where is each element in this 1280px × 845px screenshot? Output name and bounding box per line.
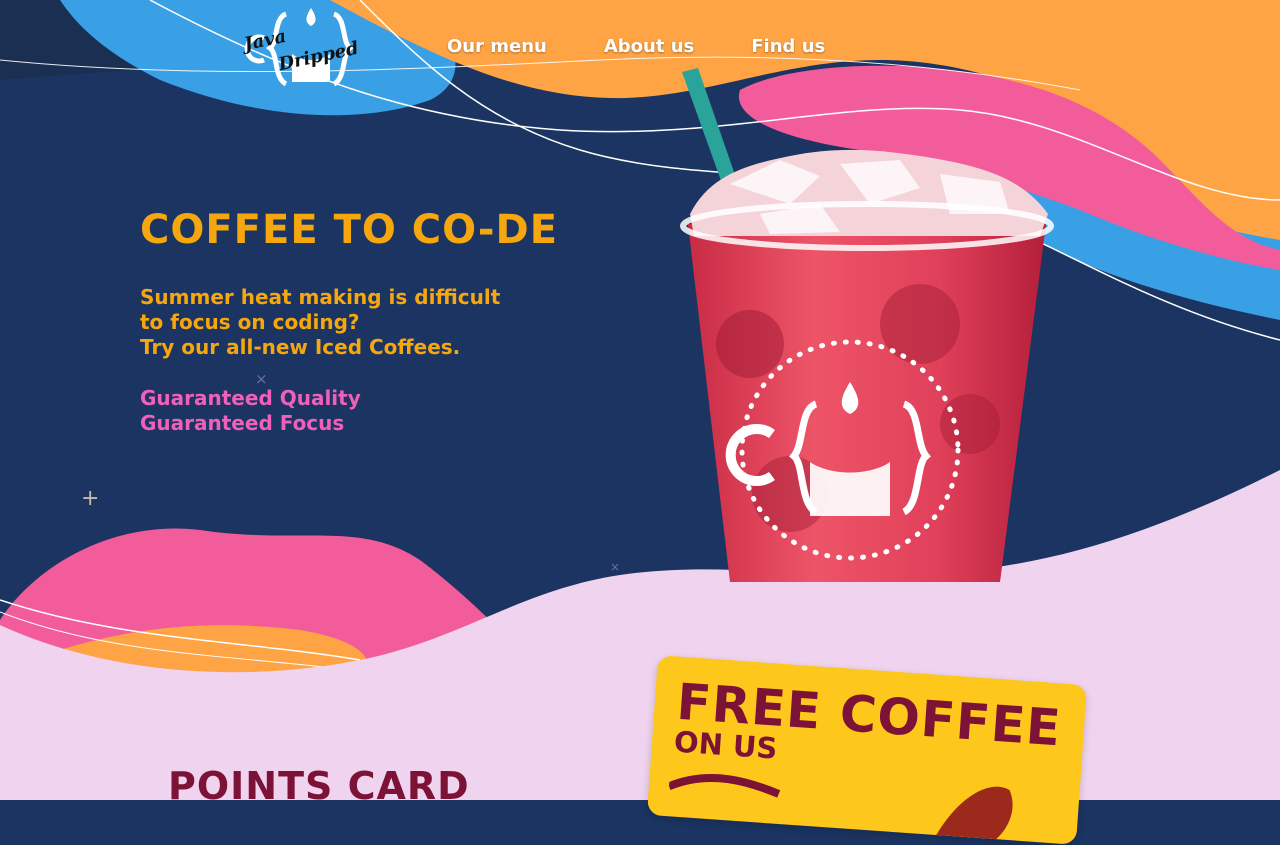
hero-line: to focus on coding? — [140, 310, 360, 334]
sparkle-x-icon: × — [610, 560, 621, 574]
nav-about-us[interactable]: About us — [604, 36, 694, 57]
points-card-title: POINTS CARD — [168, 764, 470, 808]
nav-our-menu[interactable]: Our menu — [447, 36, 547, 57]
guarantee-focus: Guaranteed Focus — [140, 411, 345, 435]
hero-line: Summer heat making is difficult — [140, 285, 501, 309]
card-decoration-icon — [667, 773, 1013, 840]
nav-find-us[interactable]: Find us — [751, 36, 825, 57]
iced-drink-image — [680, 68, 1054, 582]
java-dripped-logo[interactable]: Java Dripped — [238, 2, 368, 92]
hero-title: COFFEE TO CO-DE — [140, 207, 559, 253]
main-nav: Our menu About us Find us — [447, 36, 825, 57]
guarantee-quality: Guaranteed Quality — [140, 386, 361, 410]
sparkle-plus-icon: + — [81, 486, 100, 511]
guarantee-list: Guaranteed Quality Guaranteed Focus — [140, 386, 361, 436]
hero-description: Summer heat making is difficult to focus… — [140, 285, 500, 360]
free-coffee-card: FREE COFFEE ON US — [646, 655, 1088, 845]
hero-line: Try our all-new Iced Coffees. — [140, 335, 461, 359]
sparkle-x-icon: × — [255, 370, 268, 388]
